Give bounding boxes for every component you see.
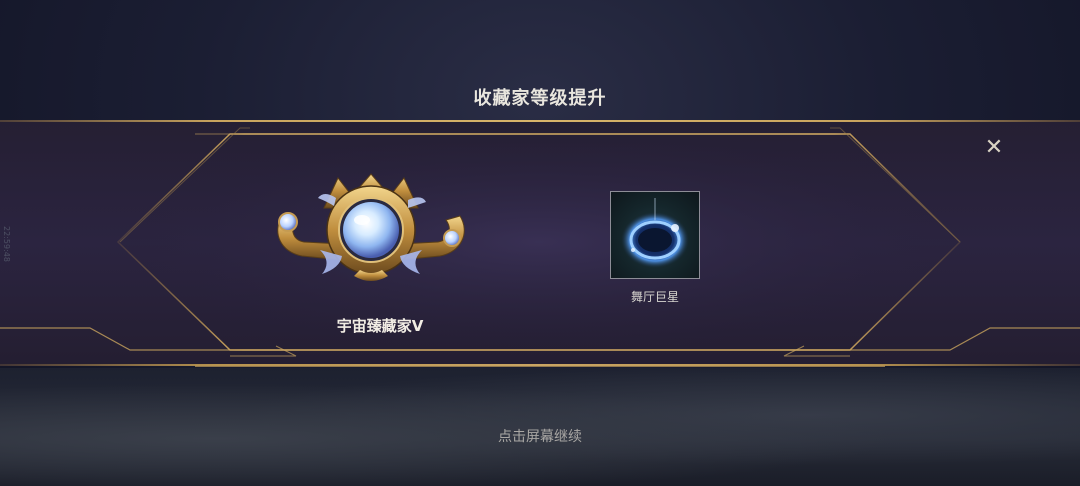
reward-item[interactable]: [610, 191, 700, 279]
dance-hall-star-icon: [621, 198, 689, 268]
dialog-title: 收藏家等级提升: [473, 88, 607, 109]
tap-to-continue-hint: 点击屏幕继续: [498, 429, 582, 445]
rank-name: 宇宙臻藏家Ⅴ: [336, 317, 424, 335]
band-top-border: [0, 120, 1080, 122]
side-watermark: 22:59:48: [2, 226, 11, 262]
close-icon[interactable]: ✕: [982, 136, 1006, 160]
reward-label: 舞厅巨星: [630, 290, 679, 304]
cosmic-collector-emblem-icon: [277, 173, 465, 281]
level-up-screen[interactable]: 收藏家等级提升 22:59:48 ✕ 宇宙臻藏家Ⅴ 舞厅巨星 点击屏幕继续: [0, 0, 1080, 486]
band-bottom-border: [0, 364, 1080, 366]
band-frame-ornament: [0, 127, 1080, 367]
